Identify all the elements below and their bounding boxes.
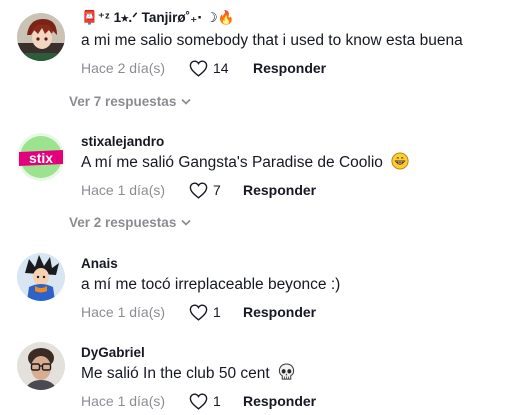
user-avatar[interactable] bbox=[17, 13, 65, 61]
user-avatar[interactable]: stix bbox=[17, 133, 65, 181]
view-replies-label: Ver 2 respuestas bbox=[69, 215, 177, 230]
heart-icon bbox=[189, 303, 208, 321]
comment-text: A mí me salió Gangsta's Paradise de Cool… bbox=[81, 152, 409, 173]
heart-icon bbox=[189, 181, 208, 199]
user-avatar[interactable] bbox=[17, 342, 65, 390]
comment-username[interactable]: Anais bbox=[81, 256, 118, 272]
reply-button[interactable]: Responder bbox=[243, 304, 316, 320]
reply-button[interactable]: Responder bbox=[243, 393, 316, 409]
comment-meta: Hace 1 día(s) 1 Responder bbox=[81, 391, 316, 411]
reply-button[interactable]: Responder bbox=[253, 60, 326, 76]
comment-meta: Hace 1 día(s) 7 Responder bbox=[81, 180, 316, 200]
comment-meta: Hace 2 día(s) 14 Responder bbox=[81, 58, 326, 78]
like-button[interactable]: 1 bbox=[189, 392, 243, 410]
chevron-down-icon bbox=[181, 219, 191, 226]
like-button[interactable]: 1 bbox=[189, 303, 243, 321]
heart-icon bbox=[189, 59, 208, 77]
comment-date: Hace 1 día(s) bbox=[81, 182, 166, 198]
user-avatar[interactable] bbox=[17, 253, 65, 301]
view-replies-button[interactable]: Ver 2 respuestas bbox=[69, 215, 191, 230]
comment-text: a mi me salio somebody that i used to kn… bbox=[81, 32, 463, 49]
comment-username[interactable]: DyGabriel bbox=[81, 345, 145, 361]
comment-text: Me salió In the club 50 cent bbox=[81, 363, 295, 384]
like-button[interactable]: 14 bbox=[189, 59, 253, 77]
chevron-down-icon bbox=[181, 98, 191, 105]
comment-username[interactable]: 📮⁺ᶻ 1⭑.ᐟ Tanjirø˚₊‧ ☽🔥 bbox=[81, 10, 235, 26]
comment-text-content: Me salió In the club 50 cent bbox=[81, 365, 270, 382]
avatar-logo-text: stix bbox=[29, 150, 53, 166]
like-count: 1 bbox=[213, 304, 221, 320]
heart-icon bbox=[189, 392, 208, 410]
comment-text: a mí me tocó irreplaceable beyonce :) bbox=[81, 276, 341, 293]
comment-date: Hace 1 día(s) bbox=[81, 393, 166, 409]
skull-emoji bbox=[278, 363, 295, 380]
reply-button[interactable]: Responder bbox=[243, 182, 316, 198]
comment-username[interactable]: stixalejandro bbox=[81, 134, 164, 150]
comment-text-content: A mí me salió Gangsta's Paradise de Cool… bbox=[81, 154, 383, 171]
like-count: 1 bbox=[213, 393, 221, 409]
comment-date: Hace 2 día(s) bbox=[81, 60, 166, 76]
like-count: 7 bbox=[213, 182, 221, 198]
grinning-face-emoji bbox=[391, 152, 409, 170]
view-replies-label: Ver 7 respuestas bbox=[69, 94, 177, 109]
view-replies-button[interactable]: Ver 7 respuestas bbox=[69, 94, 191, 109]
comment-date: Hace 1 día(s) bbox=[81, 304, 166, 320]
comment-meta: Hace 1 día(s) 1 Responder bbox=[81, 302, 316, 322]
like-button[interactable]: 7 bbox=[189, 181, 243, 199]
like-count: 14 bbox=[213, 60, 229, 76]
